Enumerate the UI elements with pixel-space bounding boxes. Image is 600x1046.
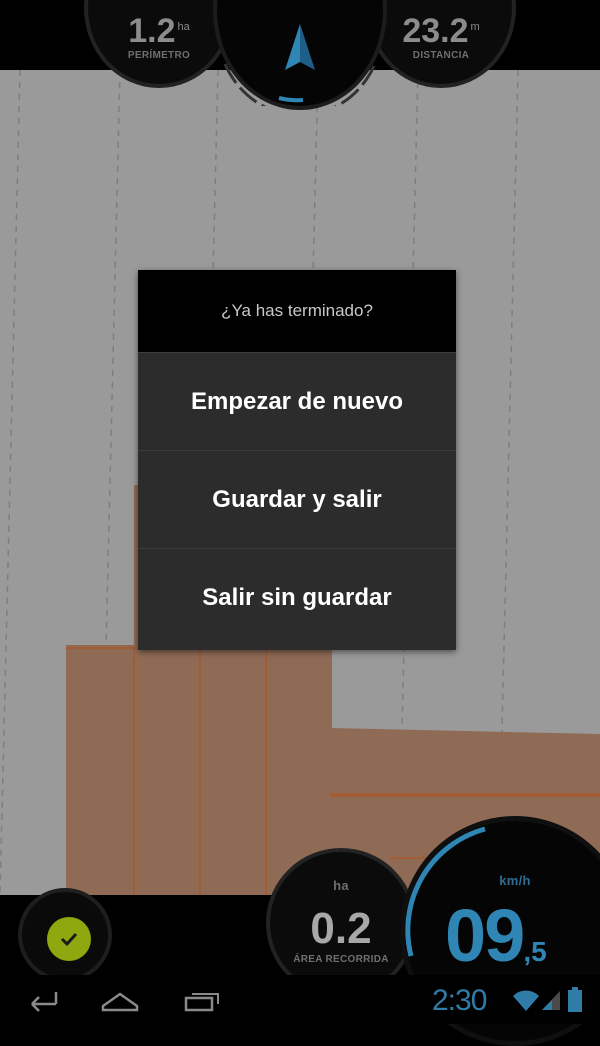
system-nav-bar	[0, 975, 600, 1024]
restart-button[interactable]: Empezar de nuevo	[138, 352, 456, 450]
speed-unit: km/h	[499, 873, 531, 888]
perimeter-unit: ha	[177, 20, 190, 33]
confirm-button[interactable]	[47, 917, 91, 961]
distance-label: DISTANCIA	[412, 50, 470, 61]
battery-icon	[568, 987, 582, 1012]
compass-gauge	[213, 0, 387, 110]
speed-value: 09	[445, 894, 525, 977]
perimeter-label: PERÍMETRO	[127, 50, 191, 61]
area-unit: ha	[333, 878, 349, 893]
perimeter-value: 1.2	[128, 12, 176, 50]
status-time: 2:30	[432, 984, 487, 1017]
save-and-exit-button[interactable]: Guardar y salir	[138, 450, 456, 548]
exit-without-saving-button[interactable]: Salir sin guardar	[138, 548, 456, 646]
dialog-title: ¿Ya has terminado?	[138, 270, 456, 352]
distance-unit: m	[470, 20, 480, 33]
area-label: ÁREA RECORRIDA	[293, 954, 389, 965]
confirm-gauge	[18, 888, 112, 982]
signal-icon	[542, 991, 560, 1010]
navigation-arrow-icon	[285, 24, 315, 70]
distance-value: 23.2	[402, 12, 469, 50]
area-value: 0.2	[310, 904, 372, 953]
wifi-icon	[513, 990, 539, 1011]
recent-apps-icon[interactable]	[182, 984, 222, 1014]
home-icon[interactable]	[100, 984, 140, 1014]
back-icon[interactable]	[22, 984, 62, 1014]
finish-dialog: ¿Ya has terminado? Empezar de nuevo Guar…	[138, 270, 456, 650]
speed-decimal: ,5	[523, 936, 547, 967]
check-icon	[60, 932, 78, 947]
